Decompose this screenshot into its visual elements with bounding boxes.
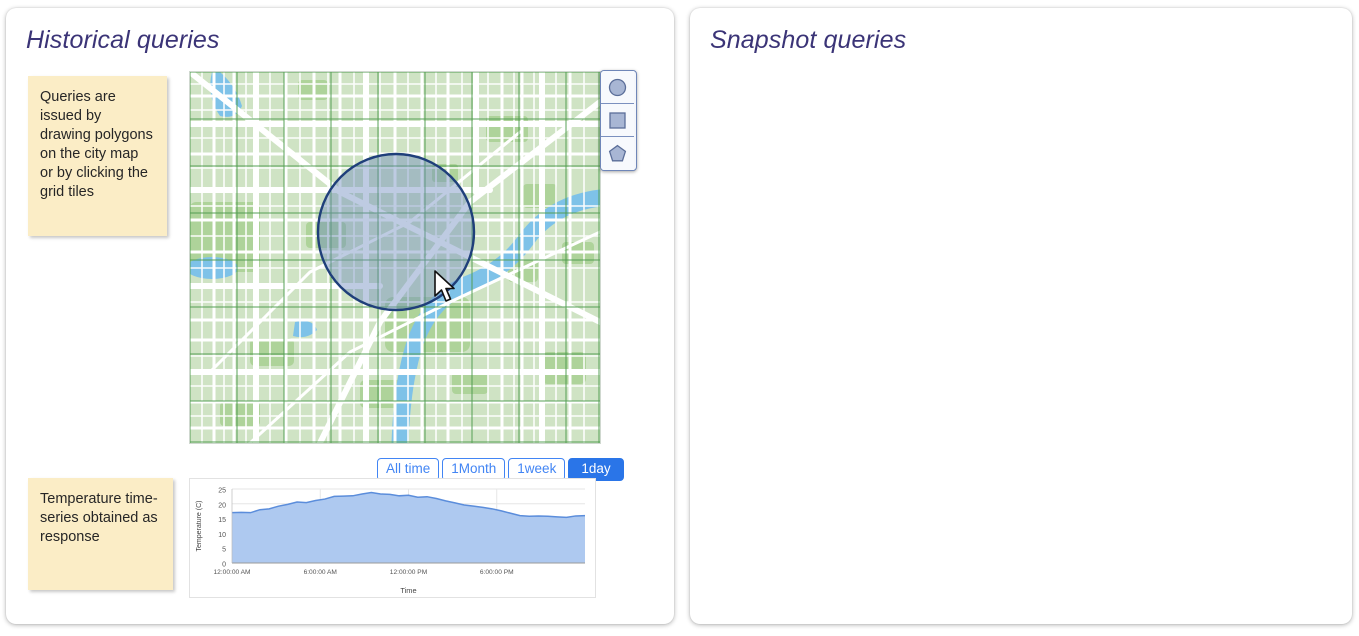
- svg-text:6:00:00 AM: 6:00:00 AM: [304, 569, 337, 576]
- note-timeseries: Temperature time-series obtained as resp…: [28, 478, 173, 590]
- chart-xlabel: Time: [400, 586, 416, 595]
- polygon-tool-button[interactable]: [601, 137, 634, 170]
- svg-text:5: 5: [222, 547, 226, 554]
- page-title-snapshot: Snapshot queries: [710, 26, 907, 54]
- snapshot-queries-card: Snapshot queries Date and time 2019/09/1…: [690, 8, 1352, 624]
- svg-text:15: 15: [218, 517, 226, 524]
- circle-tool-button[interactable]: [601, 71, 634, 104]
- svg-text:20: 20: [218, 502, 226, 509]
- svg-text:12:00:00 AM: 12:00:00 AM: [213, 569, 250, 576]
- svg-text:25: 25: [218, 488, 226, 495]
- circle-icon: [608, 78, 627, 96]
- historical-queries-card: Historical queries Queries are issued by…: [6, 8, 674, 624]
- pentagon-icon: [608, 144, 627, 162]
- page-title-historical: Historical queries: [26, 26, 220, 54]
- square-icon: [609, 111, 626, 129]
- chart-ylabel: Temperature (C): [196, 501, 203, 552]
- svg-text:6:00:00 PM: 6:00:00 PM: [480, 569, 514, 576]
- city-map[interactable]: [189, 71, 601, 444]
- rectangle-tool-button[interactable]: [601, 104, 634, 137]
- svg-text:0: 0: [222, 562, 226, 569]
- note-queries: Queries are issued by drawing polygons o…: [28, 76, 167, 236]
- svg-text:10: 10: [218, 532, 226, 539]
- temperature-timeseries-chart[interactable]: 0 5 10 15 20 25 12:00:00 AM 6:00:00 AM 12:00:00 …: [189, 478, 596, 598]
- screenshot-root: Historical queries Queries are issued by…: [0, 0, 1359, 636]
- svg-text:12:00:00 PM: 12:00:00 PM: [390, 569, 427, 576]
- city-map-canvas[interactable]: [190, 72, 600, 443]
- chart-canvas: 0 5 10 15 20 25 12:00:00 AM 6:00:00 AM 12:00:00 …: [196, 488, 586, 595]
- map-selection-circle: [316, 152, 476, 312]
- draw-tool-palette[interactable]: [600, 70, 637, 171]
